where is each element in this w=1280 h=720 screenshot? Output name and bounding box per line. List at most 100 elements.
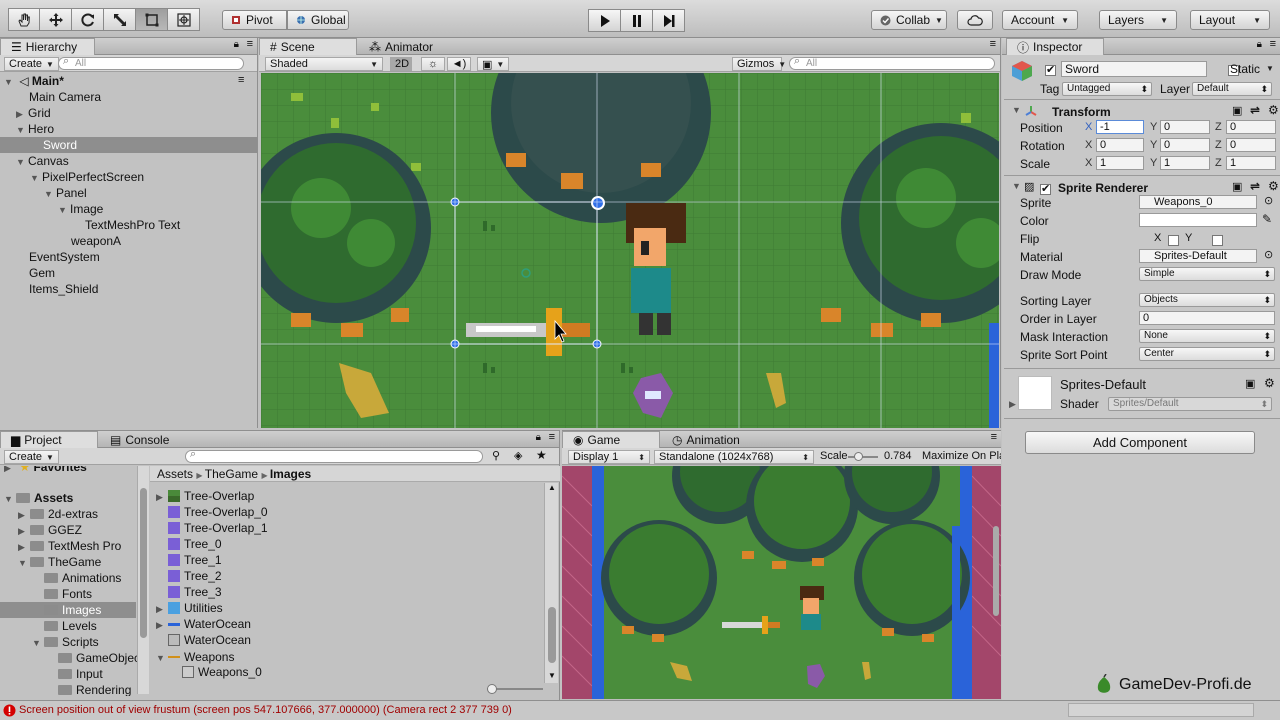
tab-project[interactable]: ▆ Project [0,431,98,448]
scale-y-field[interactable]: 1 [1160,156,1210,170]
resolution-dropdown[interactable]: Standalone (1024x768) ⬍ [654,450,814,464]
scroll-up-icon[interactable]: ▲ [548,483,556,492]
preset-icon[interactable]: ⇌ [1250,103,1260,117]
asset-waterocean-2[interactable]: WaterOcean [168,632,251,648]
lighting-toggle[interactable]: ☼ [421,57,445,71]
maximize-on-play-toggle[interactable]: Maximize On Play [922,450,1001,462]
scale-slider-track[interactable] [848,456,878,458]
draw-mode-dropdown[interactable]: Simple [1139,267,1275,281]
lock-icon[interactable]: 🔒︎ [536,432,541,443]
asset-tree-1[interactable]: Tree_1 [168,552,222,568]
hierarchy-search-input[interactable]: All [58,56,244,70]
play-button[interactable] [588,9,621,32]
tab-game[interactable]: ◉ Game [562,431,660,448]
position-x-field[interactable]: -1 [1096,120,1144,134]
move-tool-button[interactable] [40,8,72,31]
hierarchy-item-items-shield[interactable]: Items_Shield [29,281,98,297]
scale-tool-button[interactable] [104,8,136,31]
folder-gameobjects[interactable]: GameObjec [58,650,140,666]
hierarchy-item-sword[interactable]: Sword [0,137,257,153]
lock-icon[interactable]: 🔒︎ [1257,39,1262,50]
asset-waterocean-1[interactable]: ▶ WaterOcean [156,616,251,632]
scene-search-input[interactable]: All [789,56,995,70]
breadcrumb-assets[interactable]: Assets [157,467,193,481]
project-search-input[interactable] [185,449,483,463]
layer-dropdown[interactable]: Default [1192,82,1272,96]
hierarchy-item-pixelperfectscreen[interactable]: ▼ PixelPerfectScreen [30,169,144,185]
folder-scripts[interactable]: ▼ Scripts [32,634,99,650]
collab-dropdown[interactable]: Collab ▼ [871,10,947,30]
eyedropper-icon[interactable]: ✎ [1262,212,1272,226]
tab-animator[interactable]: ⁂ Animator [359,38,443,55]
panel-menu-icon[interactable]: ≡ [990,38,996,50]
tab-hierarchy[interactable]: ☰ Hierarchy [0,38,95,55]
sprite-renderer-enabled-checkbox[interactable] [1040,182,1051,196]
position-y-field[interactable]: 0 [1160,120,1210,134]
lock-icon[interactable]: 🔒︎ [234,39,239,50]
panel-menu-icon[interactable]: ≡ [549,431,555,443]
folder-levels[interactable]: Levels [44,618,97,634]
hierarchy-item-main-camera[interactable]: Main Camera [29,89,101,105]
help-book-icon[interactable]: ▣ [1232,104,1242,117]
sorting-layer-dropdown[interactable]: Objects [1139,293,1275,307]
asset-tree-2[interactable]: Tree_2 [168,568,222,584]
tag-dropdown[interactable]: Untagged [1062,82,1152,96]
rotation-x-field[interactable]: 0 [1096,138,1144,152]
scroll-down-icon[interactable]: ▼ [548,671,556,680]
preset-icon[interactable]: ⇌ [1250,179,1260,193]
sprite-sort-point-dropdown[interactable]: Center [1139,347,1275,361]
game-scrollbar-thumb[interactable] [993,526,999,616]
help-book-icon[interactable]: ▣ [1232,180,1242,193]
scene-viewport[interactable] [261,73,999,428]
asset-weapons-0[interactable]: Weapons_0 [182,664,262,680]
cloud-button[interactable] [957,10,993,30]
label-tag-icon[interactable]: ◈ [514,449,522,462]
scale-z-field[interactable]: 1 [1226,156,1276,170]
hierarchy-item-canvas[interactable]: ▼ Canvas [16,153,69,169]
material-object-field[interactable]: Sprites-Default [1139,249,1257,263]
sprite-object-field[interactable]: Weapons_0 [1139,195,1257,209]
rect-tool-button[interactable] [136,8,168,31]
panel-menu-icon[interactable]: ≡ [247,38,253,50]
transform-header[interactable]: ▼ Transform ▣ ⇌ ⚙ [1006,103,1280,121]
folder-input[interactable]: Input [58,666,103,682]
mode-2d-toggle[interactable]: 2D [390,57,412,71]
color-swatch[interactable] [1139,213,1257,227]
favorites-row[interactable]: ▶ ★ Favorites [4,466,87,475]
scene-menu-icon[interactable]: ≡ [238,74,244,86]
add-component-button[interactable]: Add Component [1025,431,1255,454]
static-dropdown-icon[interactable]: ▼ [1266,64,1274,73]
global-toggle[interactable]: Global [287,10,349,30]
asset-tree-overlap-0[interactable]: Tree-Overlap_0 [168,504,268,520]
display-dropdown[interactable]: Display 1 ⬍ [568,450,650,464]
hierarchy-item-eventsystem[interactable]: EventSystem [29,249,100,265]
favorite-star-icon[interactable]: ★ [536,448,547,462]
rotation-y-field[interactable]: 0 [1160,138,1210,152]
slider-knob[interactable] [487,684,497,694]
folder-ggez[interactable]: ▶ GGEZ [18,522,82,538]
icon-size-slider[interactable] [487,684,543,694]
folder-images[interactable]: Images [0,602,136,618]
order-in-layer-field[interactable]: 0 [1139,311,1275,325]
folder-thegame[interactable]: ▼ TheGame [18,554,101,570]
hand-tool-button[interactable] [8,8,40,31]
asset-tree-0[interactable]: Tree_0 [168,536,222,552]
shading-dropdown[interactable]: Shaded ▼ [265,57,383,71]
position-z-field[interactable]: 0 [1226,120,1276,134]
breadcrumb-thegame[interactable]: TheGame [205,467,258,481]
rotate-tool-button[interactable] [72,8,104,31]
account-dropdown[interactable]: Account ▼ [1002,10,1078,30]
object-picker-icon[interactable]: ⊙ [1264,248,1273,261]
project-create-dropdown[interactable]: Create ▼ [4,450,59,464]
asset-utilities[interactable]: ▶ Utilities [156,600,223,616]
folder-rendering[interactable]: Rendering [58,682,131,696]
gear-icon[interactable]: ⚙ [1264,376,1275,390]
object-name-field[interactable]: Sword [1061,61,1207,77]
breadcrumb-images[interactable]: Images [270,467,311,481]
mask-interaction-dropdown[interactable]: None [1139,329,1275,343]
scale-slider-knob[interactable] [854,452,863,461]
object-picker-icon[interactable]: ⊙ [1264,194,1273,207]
hierarchy-item-grid[interactable]: ▶ Grid [16,105,51,121]
asset-tree-overlap[interactable]: ▶ Tree-Overlap [156,488,254,504]
folder-tree-scrollbar[interactable] [137,466,149,694]
